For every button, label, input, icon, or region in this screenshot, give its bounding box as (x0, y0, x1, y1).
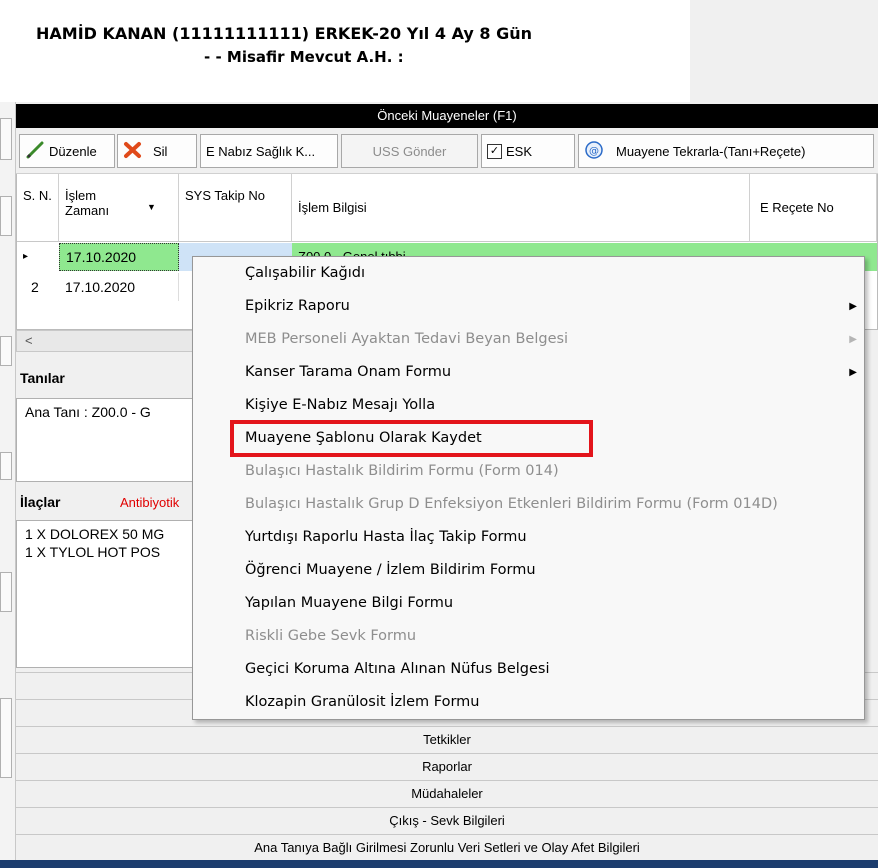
section-mudahaleler[interactable]: Müdahaleler (16, 780, 878, 807)
menu-item-label: Yapılan Muayene Bilgi Formu (245, 595, 454, 611)
section-tetkikler[interactable]: Tetkikler (16, 726, 878, 753)
menu-item-meb-personeli[interactable]: MEB Personeli Ayaktan Tedavi Beyan Belge… (193, 323, 863, 356)
repeat-exam-label: Muayene Tekrarla-(Tanı+Reçete) (616, 143, 806, 159)
menu-item-label: Epikriz Raporu (245, 298, 350, 314)
svg-text:@: @ (589, 146, 599, 157)
submenu-arrow-icon: ▶ (849, 301, 857, 312)
enabiz-button-label: E Nabız Sağlık K... (206, 143, 316, 159)
menu-item-label: Bulaşıcı Hastalık Grup D Enfeksiyon Etke… (245, 496, 778, 512)
menu-item-klozapin[interactable]: Klozapin Granülosit İzlem Formu (193, 686, 863, 719)
menu-item-calisabilir-kagidi[interactable]: Çalışabilir Kağıdı (193, 257, 863, 290)
medication-line: 1 X TYLOL HOT POS (25, 544, 161, 560)
menu-item-riskli-gebe-sevk[interactable]: Riskli Gebe Sevk Formu (193, 620, 863, 653)
edit-button[interactable]: Düzenle (19, 134, 115, 168)
row-date-cell[interactable]: 17.10.2020 (59, 273, 179, 301)
left-strip-control[interactable] (0, 698, 12, 778)
pencil-icon (25, 141, 45, 162)
menu-item-label: Bulaşıcı Hastalık Bildirim Formu (Form 0… (245, 463, 559, 479)
left-strip-control[interactable] (0, 196, 12, 236)
horizontal-scrollbar[interactable]: < (16, 330, 196, 352)
left-strip-control[interactable] (0, 118, 12, 160)
menu-item-kanser-tarama[interactable]: Kanser Tarama Onam Formu ▶ (193, 356, 863, 389)
panel-title-bar[interactable]: Önceki Muayeneler (F1) (16, 104, 878, 128)
menu-item-label: Çalışabilir Kağıdı (245, 265, 365, 281)
menu-item-label: Yurtdışı Raporlu Hasta İlaç Takip Formu (245, 529, 527, 545)
column-header-date[interactable]: İşlem Zamanı ▼ (59, 174, 179, 242)
diagnosis-text: Ana Tanı : Z00.0 - G (25, 404, 151, 420)
header-right-panel (690, 0, 878, 102)
column-header-sn[interactable]: S. N. (17, 174, 59, 242)
medication-line: 1 X DOLOREX 50 MG (25, 526, 165, 542)
menu-item-label: MEB Personeli Ayaktan Tedavi Beyan Belge… (245, 331, 569, 347)
medications-label: İlaçlar (20, 494, 61, 510)
menu-item-gecici-koruma[interactable]: Geçici Koruma Altına Alınan Nüfus Belges… (193, 653, 863, 686)
window-bottom-bar (0, 860, 878, 868)
antibiotic-label: Antibiyotik (120, 495, 180, 510)
edit-button-label: Düzenle (49, 143, 97, 159)
delete-button-label: Sil (153, 143, 168, 159)
refresh-icon: @ (584, 140, 604, 163)
medications-box[interactable]: 1 X DOLOREX 50 MG 1 X TYLOL HOT POS (16, 520, 196, 668)
menu-item-label: Kanser Tarama Onam Formu (245, 364, 452, 380)
menu-item-label: Klozapin Granülosit İzlem Formu (245, 694, 480, 710)
patient-info-line: HAMİD KANAN (11111111111) ERKEK-20 Yıl 4… (36, 24, 532, 43)
delete-button[interactable]: Sil (117, 134, 197, 168)
menu-item-muayene-bilgi-formu[interactable]: Yapılan Muayene Bilgi Formu (193, 587, 863, 620)
repeat-exam-button[interactable]: @ Muayene Tekrarla-(Tanı+Reçete) (578, 134, 874, 168)
sort-arrow-icon: ▼ (147, 202, 156, 212)
scroll-left-icon[interactable]: < (25, 333, 33, 348)
diagnoses-label: Tanılar (20, 370, 65, 386)
esk-label: ESK (506, 143, 533, 159)
menu-item-label: Geçici Koruma Altına Alınan Nüfus Belges… (245, 661, 550, 677)
highlight-box (230, 420, 593, 457)
menu-item-label: Riskli Gebe Sevk Formu (245, 628, 417, 644)
menu-item-form-014d[interactable]: Bulaşıcı Hastalık Grup D Enfeksiyon Etke… (193, 488, 863, 521)
patient-status-line: - - Misafir Mevcut A.H. : (204, 48, 404, 66)
checkbox-checked-icon: ✓ (487, 143, 502, 159)
menu-item-yurtdisi-ilac-takip[interactable]: Yurtdışı Raporlu Hasta İlaç Takip Formu (193, 521, 863, 554)
menu-item-ogrenci-muayene[interactable]: Öğrenci Muayene / İzlem Bildirim Formu (193, 554, 863, 587)
column-header-info[interactable]: İşlem Bilgisi (292, 174, 750, 242)
menu-item-label: Öğrenci Muayene / İzlem Bildirim Formu (245, 562, 536, 578)
submenu-arrow-icon: ▶ (849, 334, 857, 345)
column-header-sys[interactable]: SYS Takip No (179, 174, 292, 242)
menu-item-label: Kişiye E-Nabız Mesajı Yolla (245, 397, 436, 413)
menu-item-epikriz-raporu[interactable]: Epikriz Raporu ▶ (193, 290, 863, 323)
section-cikis-sevk[interactable]: Çıkış - Sevk Bilgileri (16, 807, 878, 834)
left-strip-control[interactable] (0, 336, 12, 366)
left-strip-control[interactable] (0, 572, 12, 612)
row-expand-arrow-icon[interactable]: ▸ (17, 243, 59, 271)
menu-item-form-014[interactable]: Bulaşıcı Hastalık Bildirim Formu (Form 0… (193, 455, 863, 488)
esk-checkbox[interactable]: ✓ ESK (481, 134, 575, 168)
row-number-cell: 2 (31, 279, 39, 295)
section-raporlar[interactable]: Raporlar (16, 753, 878, 780)
left-strip-control[interactable] (0, 452, 12, 480)
row-date-cell[interactable]: 17.10.2020 (59, 243, 179, 271)
menu-item-enabiz-mesaj[interactable]: Kişiye E-Nabız Mesajı Yolla (193, 389, 863, 422)
section-ana-tani-veri-setleri[interactable]: Ana Tanıya Bağlı Girilmesi Zorunlu Veri … (16, 834, 878, 861)
enabiz-button[interactable]: E Nabız Sağlık K... (200, 134, 338, 168)
delete-x-icon (123, 141, 143, 162)
uss-send-button[interactable]: USS Gönder (341, 134, 478, 168)
diagnoses-box[interactable]: Ana Tanı : Z00.0 - G (16, 398, 196, 482)
uss-send-label: USS Gönder (372, 143, 447, 159)
column-header-erecete[interactable]: E Reçete No (750, 174, 877, 242)
submenu-arrow-icon: ▶ (849, 367, 857, 378)
